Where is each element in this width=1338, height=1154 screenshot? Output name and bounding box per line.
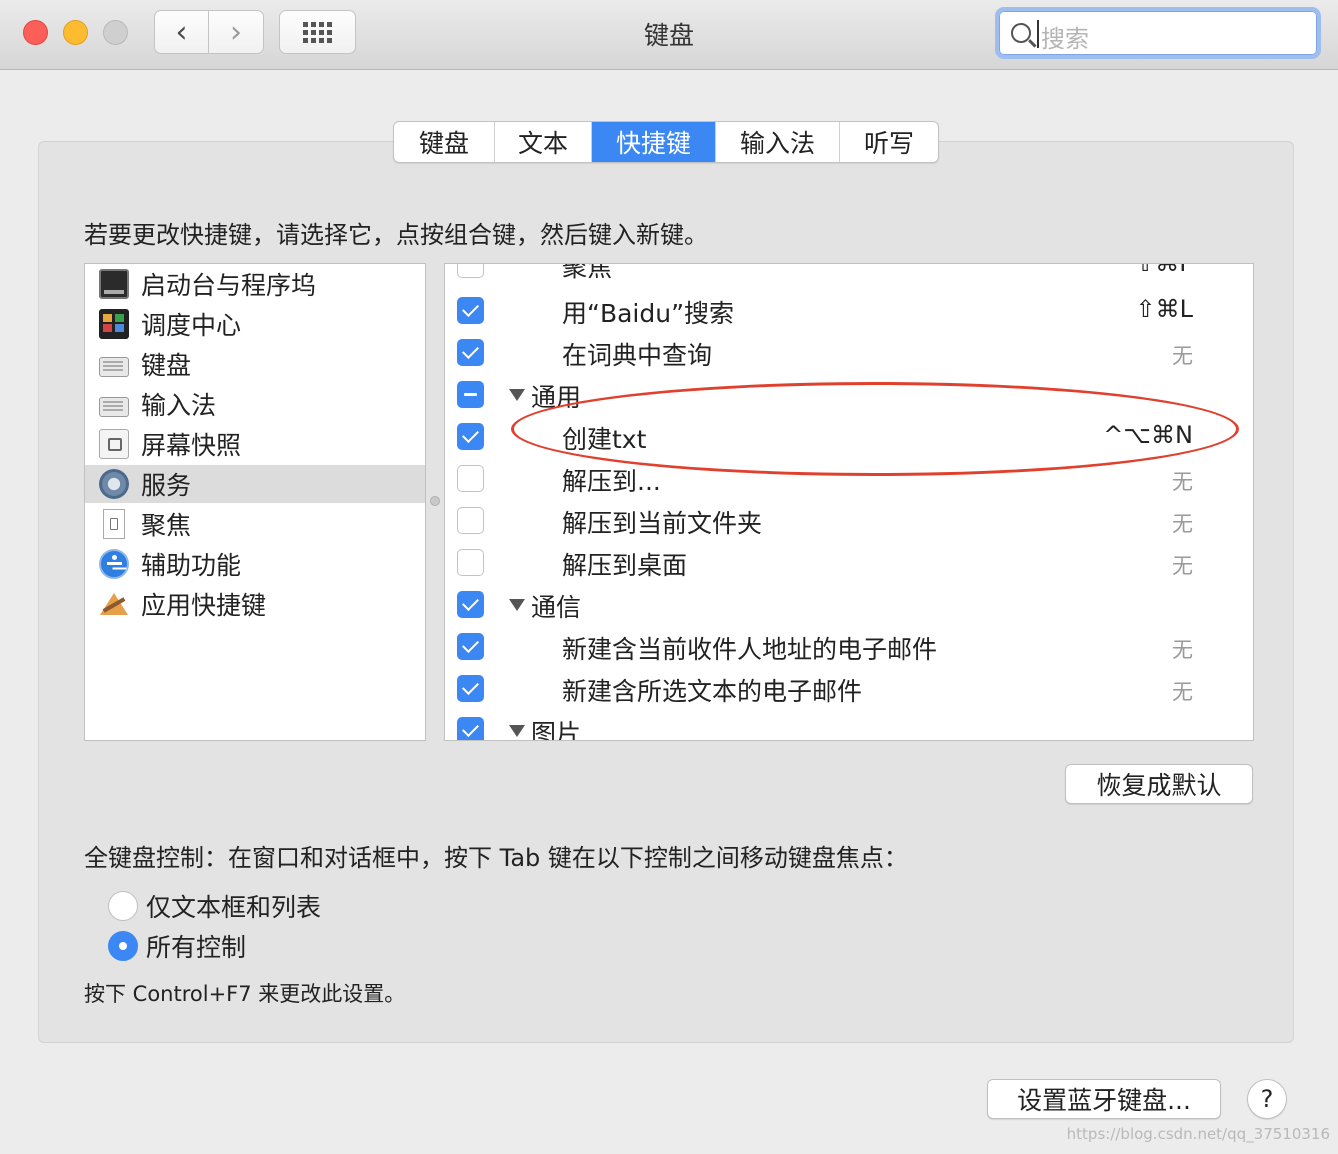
shortcut-key[interactable]: 无	[1172, 550, 1193, 580]
category-keyboard[interactable]: 键盘	[85, 345, 425, 383]
shortcut-label: 解压到桌面	[562, 551, 688, 580]
shortcut-row-dictionary[interactable]: 在词典中查询 无	[445, 332, 1253, 374]
checkbox[interactable]	[457, 423, 484, 450]
category-services[interactable]: 服务	[85, 465, 425, 503]
checkbox[interactable]	[457, 633, 484, 660]
category-spotlight[interactable]: 聚焦	[85, 505, 425, 543]
watermark: https://blog.csdn.net/qq_37510316	[1066, 1125, 1330, 1143]
category-label: 输入法	[141, 391, 217, 420]
shortcut-label: 在词典中查询	[562, 341, 713, 370]
shortcut-list[interactable]: 聚焦 ⇧⌘F 用“Baidu”搜索 ⇧⌘L 在词典中查询 无 通用 创建txt …	[444, 263, 1254, 741]
category-label: 服务	[141, 471, 192, 500]
shortcut-row-new-email-recipients[interactable]: 新建含当前收件人地址的电子邮件 无	[445, 626, 1253, 668]
search-field[interactable]: 搜索	[995, 7, 1321, 59]
group-label: 图片	[531, 719, 582, 741]
shortcut-label: 解压到...	[562, 467, 661, 496]
category-app-shortcuts[interactable]: 应用快捷键	[85, 585, 425, 623]
disclosure-triangle-icon[interactable]	[509, 599, 525, 611]
category-accessibility[interactable]: 辅助功能	[85, 545, 425, 583]
shortcut-row-baidu-search[interactable]: 用“Baidu”搜索 ⇧⌘L	[445, 290, 1253, 332]
shortcut-label: 聚焦	[562, 263, 613, 282]
tab-input-sources[interactable]: 输入法	[716, 122, 840, 162]
shortcut-row-extract-current-folder[interactable]: 解压到当前文件夹 无	[445, 500, 1253, 542]
category-mission-control[interactable]: 调度中心	[85, 305, 425, 343]
checkbox[interactable]	[457, 297, 484, 324]
shortcut-label: 新建含当前收件人地址的电子邮件	[562, 635, 938, 664]
category-label: 调度中心	[141, 311, 242, 340]
shortcut-key[interactable]: 无	[1172, 634, 1193, 664]
keyboard-icon	[99, 356, 129, 377]
instruction-text: 若要更改快捷键，请选择它，点按组合键，然后键入新键。	[84, 221, 708, 249]
launchpad-dock-icon	[99, 269, 129, 299]
checkbox[interactable]	[457, 591, 484, 618]
full-keyboard-access-label: 全键盘控制：在窗口和对话框中，按下 Tab 键在以下控制之间移动键盘焦点：	[84, 844, 908, 872]
search-placeholder: 搜索	[1041, 25, 1089, 53]
shortcut-label: 新建含所选文本的电子邮件	[562, 677, 863, 706]
checkbox[interactable]	[457, 465, 484, 492]
category-label: 聚焦	[141, 511, 192, 540]
search-icon	[1011, 23, 1031, 43]
tab-keyboard[interactable]: 键盘	[394, 122, 495, 162]
tab-dictation[interactable]: 听写	[840, 122, 938, 162]
category-screenshots[interactable]: 屏幕快照	[85, 425, 425, 463]
category-label: 启动台与程序坞	[141, 271, 317, 300]
mission-control-icon	[99, 309, 129, 339]
input-method-icon	[99, 396, 129, 417]
shortcut-label: 解压到当前文件夹	[562, 509, 763, 538]
shortcut-key[interactable]: 无	[1172, 676, 1193, 706]
control-f7-hint: 按下 Control+F7 来更改此设置。	[84, 982, 406, 1006]
category-label: 键盘	[141, 351, 192, 380]
checkbox[interactable]	[457, 507, 484, 534]
accessibility-icon	[99, 549, 129, 579]
checkbox[interactable]	[457, 549, 484, 576]
shortcut-key[interactable]: 无	[1172, 340, 1193, 370]
radio-all-controls[interactable]: 所有控制	[108, 928, 246, 964]
category-input-sources[interactable]: 输入法	[85, 385, 425, 423]
checkbox[interactable]	[457, 264, 484, 278]
category-label: 屏幕快照	[141, 431, 242, 460]
radio-label: 所有控制	[146, 933, 247, 962]
radio-button[interactable]	[108, 931, 138, 961]
radio-button[interactable]	[108, 891, 138, 921]
radio-text-boxes-lists[interactable]: 仅文本框和列表	[108, 888, 321, 924]
checkbox[interactable]	[457, 339, 484, 366]
text-caret	[1037, 20, 1039, 48]
spotlight-document-icon	[103, 509, 125, 539]
help-button[interactable]: ?	[1247, 1079, 1287, 1119]
shortcut-group-messaging[interactable]: 通信	[445, 584, 1253, 626]
title-bar: ‹ › 键盘 搜索	[0, 0, 1338, 70]
shortcut-row-extract-desktop[interactable]: 解压到桌面 无	[445, 542, 1253, 584]
screenshot-icon	[99, 429, 129, 459]
group-label: 通信	[531, 593, 582, 622]
checkbox[interactable]	[457, 381, 484, 408]
setup-bluetooth-keyboard-button[interactable]: 设置蓝牙键盘...	[987, 1079, 1221, 1119]
tab-bar: 键盘 文本 快捷键 输入法 听写	[393, 121, 939, 163]
restore-defaults-button[interactable]: 恢复成默认	[1065, 764, 1253, 804]
shortcut-row-new-email-selection[interactable]: 新建含所选文本的电子邮件 无	[445, 668, 1253, 710]
category-label: 应用快捷键	[141, 591, 267, 620]
disclosure-triangle-icon[interactable]	[509, 389, 525, 401]
shortcut-row-spotlight[interactable]: 聚焦 ⇧⌘F	[445, 263, 1253, 286]
category-launchpad-dock[interactable]: 启动台与程序坞	[85, 265, 425, 303]
checkbox[interactable]	[457, 717, 484, 740]
shortcut-key[interactable]: 无	[1172, 508, 1193, 538]
shortcut-key[interactable]: 无	[1172, 466, 1193, 496]
category-list: 启动台与程序坞 调度中心 键盘 输入法 屏幕快照 服务 聚焦 辅助功能 应用快捷…	[84, 263, 426, 741]
category-label: 辅助功能	[141, 551, 242, 580]
radio-label: 仅文本框和列表	[146, 893, 322, 922]
checkbox[interactable]	[457, 675, 484, 702]
tab-shortcuts[interactable]: 快捷键	[592, 122, 716, 162]
gear-icon	[99, 469, 129, 499]
shortcut-key[interactable]: ⇧⌘L	[1136, 295, 1193, 323]
shortcut-group-pictures[interactable]: 图片	[445, 710, 1253, 741]
split-view-handle[interactable]	[430, 496, 440, 506]
highlight-annotation-oval	[511, 382, 1239, 476]
disclosure-triangle-icon[interactable]	[509, 725, 525, 737]
shortcut-label: 用“Baidu”搜索	[562, 299, 735, 328]
app-shortcuts-icon	[99, 589, 129, 619]
shortcut-key[interactable]: ⇧⌘F	[1135, 264, 1193, 277]
tab-text[interactable]: 文本	[495, 122, 592, 162]
